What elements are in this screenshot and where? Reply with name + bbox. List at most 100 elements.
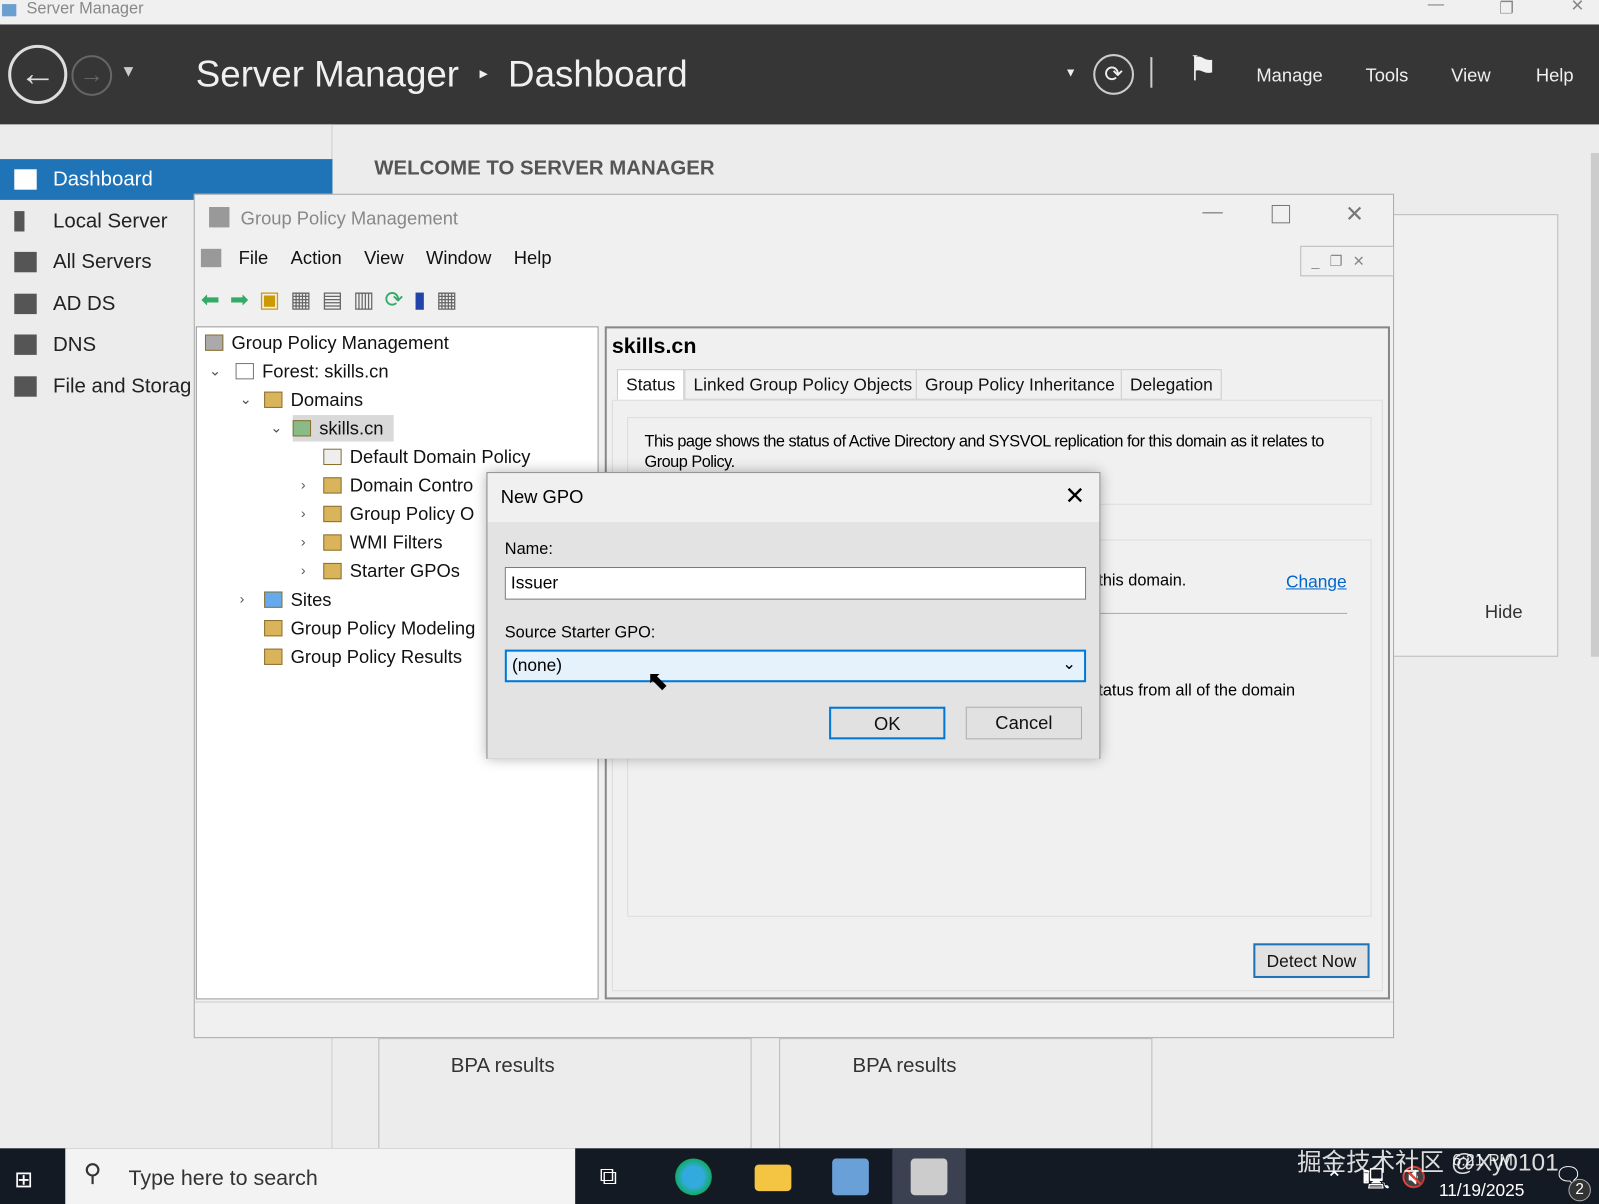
menu-view[interactable]: View	[364, 248, 403, 268]
tree-node[interactable]: Starter GPOs	[323, 558, 460, 585]
scrollbar[interactable]	[1590, 152, 1599, 657]
breadcrumb-page: Dashboard	[508, 53, 688, 95]
task-view-icon[interactable]: ⧉	[600, 1163, 617, 1192]
sidebar-item-label: File and Storag	[53, 375, 192, 398]
tree-node[interactable]: Group Policy Results	[264, 643, 462, 670]
ad-ds-icon	[14, 293, 37, 315]
tile	[779, 1038, 1153, 1149]
source-starter-dropdown[interactable]: (none) ⌄	[504, 649, 1087, 683]
watermark: 掘金技术社区 @Xy0101	[1297, 1149, 1559, 1177]
breadcrumb-separator: ▸	[479, 65, 488, 83]
gpm-menubar: File Action View Window Help	[200, 248, 574, 269]
tree-node-skills-cn[interactable]: skills.cn	[292, 415, 394, 442]
toolbar: ⬅➡▣▦▤▥⟳▮▦	[201, 287, 468, 314]
gpm-minimize[interactable]: —	[1202, 201, 1222, 224]
name-input[interactable]: Issuer	[504, 567, 1087, 600]
gpm-maximize[interactable]	[1271, 204, 1291, 224]
dns-icon	[14, 334, 37, 355]
view-icon[interactable]: ▦	[436, 287, 467, 312]
sidebar-item-label: DNS	[53, 333, 97, 356]
dialog-body: Name: Issuer Source Starter GPO: (none) ⌄…	[487, 522, 1100, 759]
tab-inheritance[interactable]: Group Policy Inheritance	[915, 369, 1124, 400]
welcome-panel	[1386, 214, 1559, 657]
menu-view[interactable]: View	[1451, 65, 1490, 86]
refresh-dropdown[interactable]: ▼	[1065, 65, 1077, 79]
tree-node-domains[interactable]: Domains	[264, 387, 363, 414]
chevron-down-icon: ⌄	[1062, 655, 1076, 674]
back-icon[interactable]: ⬅	[201, 287, 230, 312]
history-dropdown[interactable]: ▼	[120, 63, 136, 81]
tree-node-forest[interactable]: Forest: skills.cn	[235, 358, 389, 385]
cancel-button[interactable]: Cancel	[965, 706, 1083, 740]
divider	[1150, 57, 1153, 88]
notifications-flag-icon[interactable]: ⚑	[1187, 49, 1218, 90]
file-storage-icon	[14, 376, 37, 397]
name-label: Name:	[504, 540, 553, 558]
menu-tools[interactable]: Tools	[1366, 65, 1409, 86]
menu-help[interactable]: Help	[514, 248, 552, 268]
dashboard-icon	[14, 169, 37, 190]
menu-file[interactable]: File	[239, 248, 269, 268]
tree-node[interactable]: Sites	[264, 586, 331, 613]
clipboard-icon[interactable]: ▤	[322, 287, 353, 312]
up-folder-icon[interactable]: ▣	[259, 287, 290, 312]
welcome-heading: WELCOME TO SERVER MANAGER	[374, 157, 715, 180]
change-link[interactable]: Change	[1286, 572, 1347, 592]
server-manager-icon	[2, 4, 17, 17]
tab-delegation[interactable]: Delegation	[1120, 369, 1223, 400]
close-button[interactable]: ✕	[1570, 0, 1584, 16]
mdi-close[interactable]: ✕	[1353, 253, 1365, 269]
gpm-title: Group Policy Management	[240, 208, 459, 229]
status-text: tatus from all of the domain	[1098, 682, 1296, 700]
breadcrumb-root[interactable]: Server Manager	[196, 53, 459, 95]
ok-button[interactable]: OK	[829, 706, 946, 740]
bpa-results-link[interactable]: BPA results	[853, 1054, 957, 1077]
tree-node[interactable]: Group Policy Modeling	[264, 615, 475, 642]
show-tree-icon[interactable]: ▦	[290, 287, 321, 312]
detect-now-button[interactable]: Detect Now	[1253, 943, 1370, 978]
mdi-restore[interactable]: ❐	[1330, 253, 1343, 269]
hide-link[interactable]: Hide	[1485, 602, 1523, 623]
forward-button[interactable]: →	[71, 55, 113, 96]
tree-node[interactable]: Group Policy O	[323, 501, 474, 528]
window-titlebar: Server Manager — ❐ ✕	[0, 0, 1599, 25]
status-bar	[194, 1001, 1394, 1036]
edge-icon[interactable]	[675, 1158, 712, 1196]
tab-status[interactable]: Status	[616, 369, 685, 400]
menu-manage[interactable]: Manage	[1256, 65, 1322, 86]
menu-help[interactable]: Help	[1536, 65, 1574, 86]
taskbar: ⊞ ⚲ Type here to search ⧉ ⌃ 🖳 🔇 6:21 PM …	[0, 1148, 1599, 1204]
tree-node[interactable]: Group Policy Management	[204, 329, 449, 356]
menu-window[interactable]: Window	[426, 248, 491, 268]
mdi-minimize[interactable]: _	[1311, 253, 1319, 269]
properties-icon[interactable]: ▥	[353, 287, 384, 312]
menu-action[interactable]: Action	[291, 248, 342, 268]
dialog-title: New GPO	[500, 486, 584, 507]
tile	[378, 1038, 752, 1149]
back-button[interactable]: ←	[8, 44, 68, 105]
clock-date[interactable]: 11/19/2025	[1439, 1181, 1524, 1201]
minimize-button[interactable]: —	[1428, 0, 1444, 14]
gpm-taskbar-button[interactable]	[892, 1148, 966, 1204]
server-manager-taskbar-icon[interactable]	[832, 1158, 869, 1196]
pane-title: skills.cn	[611, 334, 697, 358]
search-box[interactable]: ⚲ Type here to search	[65, 1148, 576, 1204]
search-placeholder: Type here to search	[128, 1166, 318, 1191]
start-button[interactable]: ⊞	[14, 1167, 33, 1194]
tree-node[interactable]: WMI Filters	[323, 529, 443, 556]
refresh-icon[interactable]: ⟳	[1093, 54, 1135, 95]
gpm-close[interactable]: ✕	[1345, 201, 1364, 228]
forward-icon[interactable]: ➡	[230, 287, 259, 312]
sidebar-item-label: Local Server	[53, 210, 168, 233]
mdi-controls: _ ❐ ✕	[1300, 245, 1395, 277]
restore-button[interactable]: ❐	[1499, 0, 1514, 18]
file-explorer-icon[interactable]	[754, 1164, 792, 1192]
bpa-results-link[interactable]: BPA results	[451, 1054, 555, 1077]
tree-node[interactable]: Domain Contro	[323, 472, 473, 499]
tree-node[interactable]: Default Domain Policy	[323, 444, 530, 471]
help-icon[interactable]: ▮	[414, 287, 437, 312]
dialog-close-button[interactable]: ✕	[1065, 481, 1086, 511]
sidebar-item-label: AD DS	[53, 292, 116, 316]
tab-linked-gpos[interactable]: Linked Group Policy Objects	[684, 369, 922, 400]
refresh-icon[interactable]: ⟳	[385, 287, 414, 312]
